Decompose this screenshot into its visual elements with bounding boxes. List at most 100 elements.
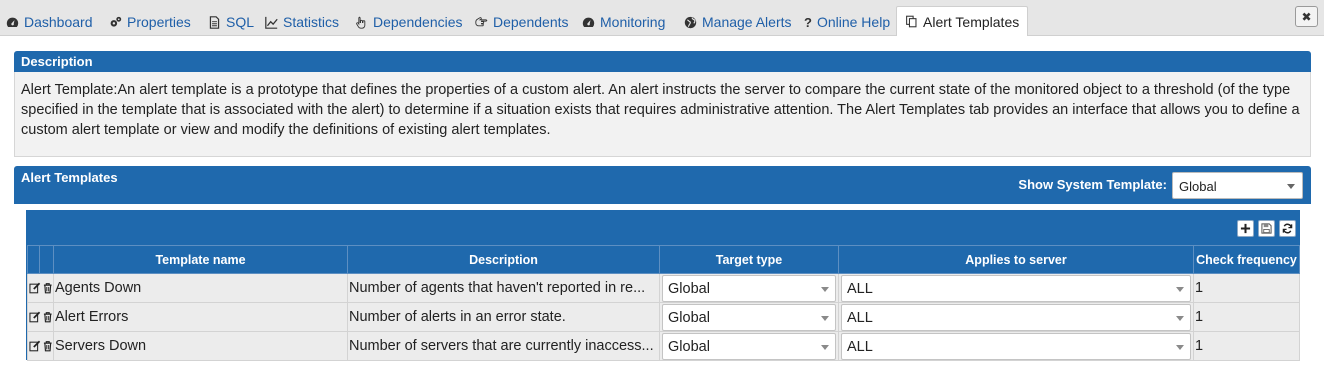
tab-label: Online Help xyxy=(816,14,891,30)
applies-to-server-value: ALL xyxy=(847,281,873,297)
cell-target-type: Global xyxy=(659,331,839,361)
description-header: Description xyxy=(14,51,1311,72)
copy-icon xyxy=(906,15,917,28)
cell-target-type: Global xyxy=(659,302,839,332)
save-icon xyxy=(1261,223,1272,234)
chevron-down-icon xyxy=(821,287,829,292)
cell-target-type: Global xyxy=(659,273,839,303)
edit-icon[interactable] xyxy=(29,311,41,323)
cell-check-frequency: 1 xyxy=(1193,331,1300,361)
column-header-target-type[interactable]: Target type xyxy=(659,245,839,274)
dashboard-icon xyxy=(582,17,595,27)
column-header-description[interactable]: Description xyxy=(347,245,660,274)
target-type-value: Global xyxy=(668,310,710,326)
delete-icon[interactable] xyxy=(42,282,54,294)
cell-applies-to-server: ALL xyxy=(838,331,1194,361)
delete-icon[interactable] xyxy=(42,311,54,323)
show-system-template-select[interactable]: Global xyxy=(1172,172,1303,199)
cell-description: Number of servers that are currently ina… xyxy=(347,331,660,361)
tab-online-help[interactable]: ? Online Help xyxy=(804,9,890,35)
column-header-applies-to-server[interactable]: Applies to server xyxy=(838,245,1194,274)
tab-label: Alert Templates xyxy=(923,13,1020,30)
column-header-check-frequency[interactable]: Check frequency xyxy=(1193,245,1300,274)
tab-statistics[interactable]: Statistics xyxy=(265,9,339,35)
tab-label: SQL xyxy=(226,14,255,30)
delete-icon[interactable] xyxy=(42,340,54,352)
target-type-value: Global xyxy=(668,339,710,355)
dashboard-icon xyxy=(6,17,19,27)
row-actions xyxy=(27,302,54,332)
alert-templates-title: Alert Templates xyxy=(21,170,118,185)
row-actions xyxy=(27,273,54,303)
grid-toolbar xyxy=(27,211,1299,245)
line-chart-icon xyxy=(265,16,278,29)
chevron-down-icon xyxy=(1176,345,1184,350)
tab-label: Dashboard xyxy=(24,14,93,30)
save-button[interactable] xyxy=(1258,220,1275,237)
cell-applies-to-server: ALL xyxy=(838,302,1194,332)
column-header-template-name[interactable]: Template name xyxy=(53,245,348,274)
applies-to-server-value: ALL xyxy=(847,339,873,355)
question-icon: ? xyxy=(804,14,812,30)
tab-monitoring[interactable]: Monitoring xyxy=(582,9,665,35)
applies-to-server-select[interactable]: ALL xyxy=(841,304,1191,331)
table-row: Agents Down Number of agents that haven'… xyxy=(27,273,1300,303)
alert-templates-header: Alert Templates Show System Template: Gl… xyxy=(14,166,1311,204)
document-icon xyxy=(209,15,220,29)
tab-label: Dependents xyxy=(493,14,569,30)
tab-label: Statistics xyxy=(283,14,340,30)
cell-template-name: Agents Down xyxy=(53,273,348,303)
chevron-down-icon xyxy=(821,345,829,350)
description-title: Description xyxy=(21,54,93,69)
applies-to-server-value: ALL xyxy=(847,310,873,326)
tab-dependencies[interactable]: Dependencies xyxy=(355,9,463,35)
add-icon xyxy=(1240,223,1251,234)
add-button[interactable] xyxy=(1237,220,1254,237)
gears-icon xyxy=(110,16,122,27)
cell-description: Number of agents that haven't reported i… xyxy=(347,273,660,303)
table-row: Servers Down Number of servers that are … xyxy=(27,331,1300,361)
tab-label: Properties xyxy=(127,14,191,30)
applies-to-server-select[interactable]: ALL xyxy=(841,275,1191,302)
refresh-icon xyxy=(1282,223,1293,234)
tab-label: Monitoring xyxy=(600,14,666,30)
cell-description: Number of alerts in an error state. xyxy=(347,302,660,332)
templates-table: Template name Description Target type Ap… xyxy=(27,245,1300,361)
header-delete xyxy=(39,245,54,274)
cell-applies-to-server: ALL xyxy=(838,273,1194,303)
edit-icon[interactable] xyxy=(29,340,41,352)
close-button[interactable]: ✖ xyxy=(1295,6,1318,27)
table-row: Alert Errors Number of alerts in an erro… xyxy=(27,302,1300,332)
tab-dashboard[interactable]: Dashboard xyxy=(6,9,93,35)
chevron-down-icon xyxy=(1176,316,1184,321)
target-type-select[interactable]: Global xyxy=(662,304,836,331)
chevron-down-icon xyxy=(821,316,829,321)
refresh-button[interactable] xyxy=(1279,220,1296,237)
target-type-select[interactable]: Global xyxy=(662,333,836,360)
globe-icon xyxy=(684,16,697,28)
tab-manage-alerts[interactable]: Manage Alerts xyxy=(684,9,792,35)
target-type-value: Global xyxy=(668,281,710,297)
header-edit xyxy=(27,245,40,274)
hand-pointer-icon xyxy=(356,16,366,29)
chevron-down-icon xyxy=(1176,287,1184,292)
cell-template-name: Alert Errors xyxy=(53,302,348,332)
row-actions xyxy=(27,331,54,361)
show-system-template-label: Show System Template: xyxy=(1018,177,1167,192)
tab-dependents[interactable]: Dependents xyxy=(475,9,569,35)
cell-check-frequency: 1 xyxy=(1193,302,1300,332)
tab-alert-templates[interactable]: Alert Templates xyxy=(896,6,1029,36)
target-type-select[interactable]: Global xyxy=(662,275,836,302)
tab-sql[interactable]: SQL xyxy=(208,9,254,35)
cell-template-name: Servers Down xyxy=(53,331,348,361)
show-system-template-value: Global xyxy=(1179,179,1217,194)
tab-properties[interactable]: Properties xyxy=(109,9,191,35)
alert-templates-grid: Template name Description Target type Ap… xyxy=(26,210,1300,361)
tab-label: Manage Alerts xyxy=(702,14,792,30)
applies-to-server-select[interactable]: ALL xyxy=(841,333,1191,360)
edit-icon[interactable] xyxy=(29,282,41,294)
tab-bar: Dashboard Properties SQL Statistics Depe… xyxy=(0,0,1324,36)
hand-pointer-icon xyxy=(475,16,488,26)
chevron-down-icon xyxy=(1287,184,1295,189)
table-header-row: Template name Description Target type Ap… xyxy=(27,245,1300,274)
